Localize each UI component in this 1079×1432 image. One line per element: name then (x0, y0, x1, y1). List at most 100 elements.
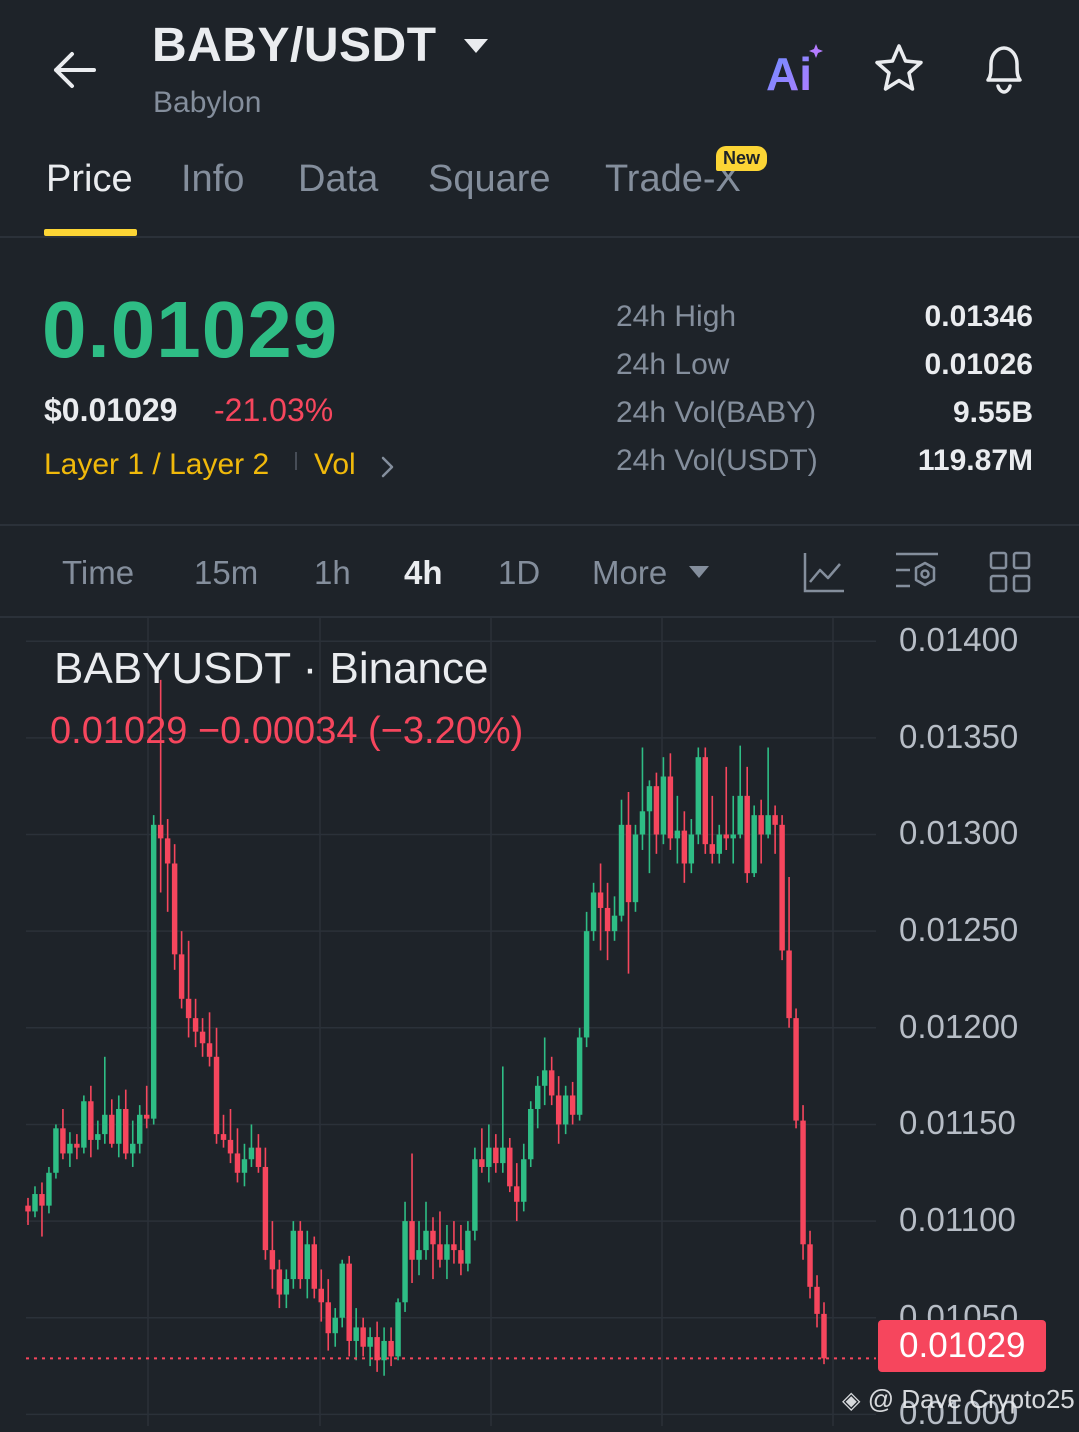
candle-body (534, 1085, 541, 1109)
candle-body (800, 1120, 806, 1245)
chart-title: BABYUSDT · Binance (54, 644, 489, 693)
grid-layout-icon[interactable] (988, 550, 1032, 594)
favorite-star-icon[interactable] (872, 42, 926, 96)
candle-body (562, 1095, 569, 1125)
binance-logo-icon: ◈ (842, 1387, 861, 1414)
candle-body (339, 1263, 345, 1318)
tab-price[interactable]: Price (46, 158, 133, 201)
candle-body (779, 824, 785, 951)
candle-body (81, 1101, 87, 1148)
candle-body (486, 1147, 492, 1167)
coin-name: Babylon (153, 86, 262, 119)
ai-label: Ai (766, 48, 812, 96)
candle-body (290, 1230, 297, 1280)
tab-square[interactable]: Square (428, 158, 551, 201)
candle-body (416, 1250, 422, 1260)
divider (0, 236, 1079, 238)
candle-body (409, 1221, 415, 1260)
candle-body (772, 815, 778, 825)
stat-high-value: 0.01346 (924, 300, 1033, 333)
candle-body (674, 830, 681, 839)
pair-title[interactable]: BABY/USDT (152, 18, 437, 73)
candle-body (395, 1302, 401, 1357)
chart-settings-icon[interactable] (894, 550, 940, 592)
candle-body (793, 1018, 799, 1121)
candle-body (123, 1108, 129, 1154)
candle-body (555, 1095, 562, 1125)
candle-body (297, 1230, 304, 1280)
candle-body (367, 1337, 373, 1347)
candle-body (695, 757, 702, 835)
interval-15m[interactable]: 15m (194, 554, 258, 592)
indicator-chart-icon[interactable] (802, 550, 846, 594)
candle-body (360, 1327, 366, 1347)
candle-body (53, 1128, 59, 1173)
candle-body (206, 1043, 213, 1057)
stat-low-label: 24h Low (616, 348, 730, 381)
stat-vol-base-label: 24h Vol(BABY) (616, 396, 817, 429)
candle-body (199, 1031, 206, 1044)
interval-time[interactable]: Time (62, 554, 134, 592)
candle-body (444, 1244, 450, 1260)
candle-body (116, 1108, 122, 1144)
candle-body (32, 1194, 38, 1212)
candle-body (709, 844, 716, 854)
candle-body (681, 830, 688, 864)
candle-body (437, 1244, 443, 1260)
back-arrow-icon[interactable] (48, 44, 100, 96)
candle-body (639, 811, 646, 835)
bell-icon[interactable] (976, 40, 1032, 96)
candle-body (374, 1337, 380, 1361)
candle-body (758, 815, 764, 835)
candle-body (786, 950, 792, 1019)
candle-body (618, 824, 625, 916)
candle-body (576, 1037, 583, 1115)
caret-down-icon[interactable] (462, 36, 490, 56)
candle-body (102, 1114, 108, 1135)
candle-body (171, 863, 178, 955)
tag-layer[interactable]: Layer 1 / Layer 2 (44, 448, 269, 482)
candle-body (136, 1114, 143, 1144)
candle-body (716, 834, 722, 854)
candle-body (332, 1317, 338, 1334)
y-tick-label: 0.01300 (899, 814, 1019, 852)
y-tick-label: 0.01150 (899, 1104, 1016, 1142)
y-tick-label: 0.01350 (899, 717, 1019, 755)
candle-body (702, 757, 709, 845)
candle-body (262, 1166, 269, 1251)
candle-body (472, 1159, 478, 1231)
candle-body (451, 1244, 457, 1251)
candle-body (590, 892, 597, 932)
ai-assistant-icon[interactable]: Ai (764, 40, 828, 96)
candle-body (150, 824, 157, 1119)
stat-low-value: 0.01026 (924, 348, 1033, 381)
candle-body (178, 954, 185, 999)
candle-body (569, 1095, 576, 1115)
tag-vol[interactable]: Vol (314, 448, 356, 482)
caret-down-icon[interactable] (688, 565, 710, 579)
candle-body (213, 1056, 220, 1135)
tab-data[interactable]: Data (298, 158, 378, 201)
tab-info[interactable]: Info (181, 158, 244, 201)
candle-body (304, 1244, 311, 1280)
last-price: 0.01029 (42, 285, 339, 374)
interval-1d[interactable]: 1D (498, 554, 540, 592)
candle-body (730, 834, 736, 839)
candle-body (25, 1205, 31, 1212)
candle-body (611, 915, 618, 932)
interval-4h[interactable]: 4h (404, 554, 443, 592)
candle-body (765, 815, 771, 835)
candle-body (737, 795, 743, 835)
candle-body (67, 1143, 73, 1154)
candle-body (821, 1313, 827, 1359)
interval-1h[interactable]: 1h (314, 554, 351, 592)
candle-body (548, 1070, 555, 1096)
y-tick-label: 0.01400 (899, 621, 1019, 659)
candle-body (402, 1221, 408, 1303)
candle-body (493, 1147, 499, 1164)
candle-body (60, 1128, 66, 1154)
chevron-right-icon[interactable] (378, 454, 396, 480)
interval-more[interactable]: More (592, 554, 667, 592)
candle-body (318, 1288, 324, 1303)
candle-body (465, 1230, 471, 1264)
